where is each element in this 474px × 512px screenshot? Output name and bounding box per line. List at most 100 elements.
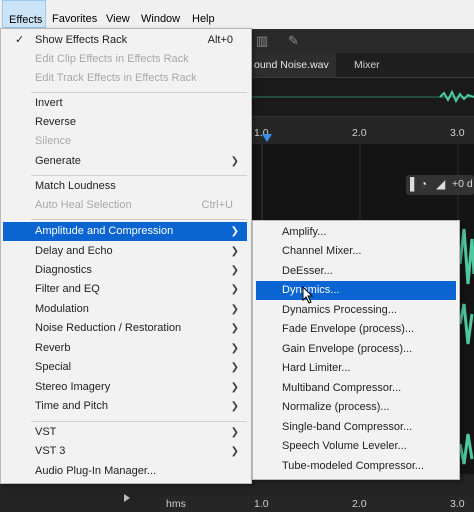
menu-item-reverse[interactable]: Reverse xyxy=(3,113,247,132)
menu-item-modulation[interactable]: Modulation ❯ xyxy=(3,300,247,319)
menu-item-audio-plugin-manager[interactable]: Audio Plug-In Manager... xyxy=(3,462,247,481)
menu-item-label: Special xyxy=(35,361,72,373)
menu-item-label: Channel Mixer... xyxy=(282,245,362,257)
submenu-item-fade-envelope[interactable]: Fade Envelope (process)... xyxy=(256,320,456,339)
menu-item-label: Amplify... xyxy=(282,226,327,238)
submenu-item-deesser[interactable]: DeEsser... xyxy=(256,262,456,281)
menu-item-label: Fade Envelope (process)... xyxy=(282,323,415,335)
submenu-item-amplify[interactable]: Amplify... xyxy=(256,223,456,242)
menu-item-label: Gain Envelope (process)... xyxy=(282,343,413,355)
menu-item-auto-heal[interactable]: Auto Heal Selection Ctrl+U xyxy=(3,196,247,215)
menu-item-silence[interactable]: Silence xyxy=(3,132,247,151)
menu-effects[interactable]: Effects xyxy=(2,0,46,28)
menu-item-label: Auto Heal Selection xyxy=(35,199,132,211)
menu-item-label: DeEsser... xyxy=(282,265,333,277)
volume-ramp-icon: ◢ xyxy=(436,177,446,191)
menu-item-edit-clip-effects[interactable]: Edit Clip Effects in Effects Rack xyxy=(3,50,247,69)
submenu-item-tube-modeled-compressor[interactable]: Tube-modeled Compressor... xyxy=(256,457,456,476)
menu-item-label: Modulation xyxy=(35,303,89,315)
ruler-tick: 3.0 xyxy=(450,498,465,510)
submenu-item-normalize[interactable]: Normalize (process)... xyxy=(256,398,456,417)
menu-item-label: Reverb xyxy=(35,342,71,354)
menu-favorites[interactable]: Favorites xyxy=(52,0,97,28)
menu-item-special[interactable]: Special ❯ xyxy=(3,358,247,377)
submenu-item-single-band-compressor[interactable]: Single-band Compressor... xyxy=(256,418,456,437)
menu-item-label: Audio Plug-In Manager... xyxy=(35,465,157,477)
chevron-right-icon: ❯ xyxy=(230,323,239,334)
menu-item-label: Diagnostics xyxy=(35,264,92,276)
chevron-right-icon: ❯ xyxy=(230,265,239,276)
menu-separator xyxy=(31,92,247,93)
menu-item-match-loudness[interactable]: Match Loudness xyxy=(3,177,247,196)
toolbar: ▥ ✎ xyxy=(240,29,474,53)
menu-item-diagnostics[interactable]: Diagnostics ❯ xyxy=(3,261,247,280)
chevron-right-icon: ❯ xyxy=(230,427,239,438)
marquee-tool-icon[interactable]: ▥ xyxy=(256,33,268,49)
menu-bar: Effects Favorites View Window Help xyxy=(0,0,474,30)
menu-item-generate[interactable]: Generate ❯ xyxy=(3,152,247,171)
amplitude-compression-submenu: Amplify... Channel Mixer... DeEsser... D… xyxy=(252,220,460,480)
play-icon[interactable] xyxy=(124,494,130,502)
volume-hud[interactable]: ▌ ◔ ◢ +0 d xyxy=(406,175,474,195)
shortcut-label: Alt+0 xyxy=(207,34,233,46)
menu-view[interactable]: View xyxy=(106,0,130,28)
submenu-item-hard-limiter[interactable]: Hard Limiter... xyxy=(256,359,456,378)
chevron-right-icon: ❯ xyxy=(230,401,239,412)
menu-item-label: VST 3 xyxy=(35,445,66,457)
menu-item-edit-track-effects[interactable]: Edit Track Effects in Effects Rack xyxy=(3,69,247,88)
menu-item-label: Tube-modeled Compressor... xyxy=(282,460,425,472)
menu-item-invert[interactable]: Invert xyxy=(3,94,247,113)
menu-item-filter-and-eq[interactable]: Filter and EQ ❯ xyxy=(3,280,247,299)
submenu-item-dynamics[interactable]: Dynamics... xyxy=(256,281,456,300)
menu-item-delay-and-echo[interactable]: Delay and Echo ❯ xyxy=(3,242,247,261)
submenu-item-gain-envelope[interactable]: Gain Envelope (process)... xyxy=(256,340,456,359)
menu-item-label: VST xyxy=(35,426,57,438)
menu-item-show-effects-rack[interactable]: ✓ Show Effects Rack Alt+0 xyxy=(3,31,247,50)
volume-knob-icon[interactable]: ◔ xyxy=(420,177,427,191)
menu-item-label: Invert xyxy=(35,97,63,109)
menu-separator xyxy=(31,219,247,220)
menu-item-label: Delay and Echo xyxy=(35,245,113,257)
menu-item-noise-reduction[interactable]: Noise Reduction / Restoration ❯ xyxy=(3,319,247,338)
menu-item-label: Edit Track Effects in Effects Rack xyxy=(35,72,197,84)
menu-item-label: Noise Reduction / Restoration xyxy=(35,322,182,334)
bottom-time-ruler[interactable]: hms 1.0 2.0 3.0 xyxy=(160,496,474,512)
menu-item-time-and-pitch[interactable]: Time and Pitch ❯ xyxy=(3,397,247,416)
menu-window[interactable]: Window xyxy=(141,0,180,28)
menu-item-label: Normalize (process)... xyxy=(282,401,390,413)
menu-item-amplitude-and-compression[interactable]: Amplitude and Compression ❯ xyxy=(3,222,247,241)
menu-item-label: Edit Clip Effects in Effects Rack xyxy=(35,53,189,65)
menu-separator xyxy=(31,421,247,422)
playhead-marker[interactable] xyxy=(262,134,272,142)
chevron-right-icon: ❯ xyxy=(230,382,239,393)
check-icon: ✓ xyxy=(15,34,25,46)
menu-item-label: Match Loudness xyxy=(35,180,116,192)
chevron-right-icon: ❯ xyxy=(230,343,239,354)
ruler-tick: 3.0 xyxy=(450,127,465,139)
submenu-item-multiband-compressor[interactable]: Multiband Compressor... xyxy=(256,379,456,398)
menu-item-vst[interactable]: VST ❯ xyxy=(3,423,247,442)
submenu-item-channel-mixer[interactable]: Channel Mixer... xyxy=(256,242,456,261)
chevron-right-icon: ❯ xyxy=(230,226,239,237)
submenu-item-dynamics-processing[interactable]: Dynamics Processing... xyxy=(256,301,456,320)
menu-item-label: Dynamics Processing... xyxy=(282,304,397,316)
tab-mixer[interactable]: Mixer xyxy=(354,53,380,77)
menu-item-reverb[interactable]: Reverb ❯ xyxy=(3,339,247,358)
tab-file[interactable]: ound Noise.wav xyxy=(240,53,336,77)
mouse-pointer-icon xyxy=(302,286,314,304)
chevron-right-icon: ❯ xyxy=(230,284,239,295)
menu-separator xyxy=(31,175,247,176)
chevron-right-icon: ❯ xyxy=(230,156,239,167)
menu-item-label: Reverse xyxy=(35,116,76,128)
menu-item-label: Stereo Imagery xyxy=(35,381,111,393)
menu-item-label: Show Effects Rack xyxy=(35,34,128,46)
menu-item-vst3[interactable]: VST 3 ❯ xyxy=(3,442,247,461)
brush-tool-icon[interactable]: ✎ xyxy=(288,33,299,49)
editor-tabs: ound Noise.wav Mixer xyxy=(240,53,474,78)
submenu-item-speech-volume-leveler[interactable]: Speech Volume Leveler... xyxy=(256,437,456,456)
ruler-tick: 2.0 xyxy=(352,498,367,510)
overview-strip[interactable] xyxy=(240,78,474,117)
menu-item-stereo-imagery[interactable]: Stereo Imagery ❯ xyxy=(3,378,247,397)
shortcut-label: Ctrl+U xyxy=(201,199,233,211)
menu-help[interactable]: Help xyxy=(192,0,215,28)
